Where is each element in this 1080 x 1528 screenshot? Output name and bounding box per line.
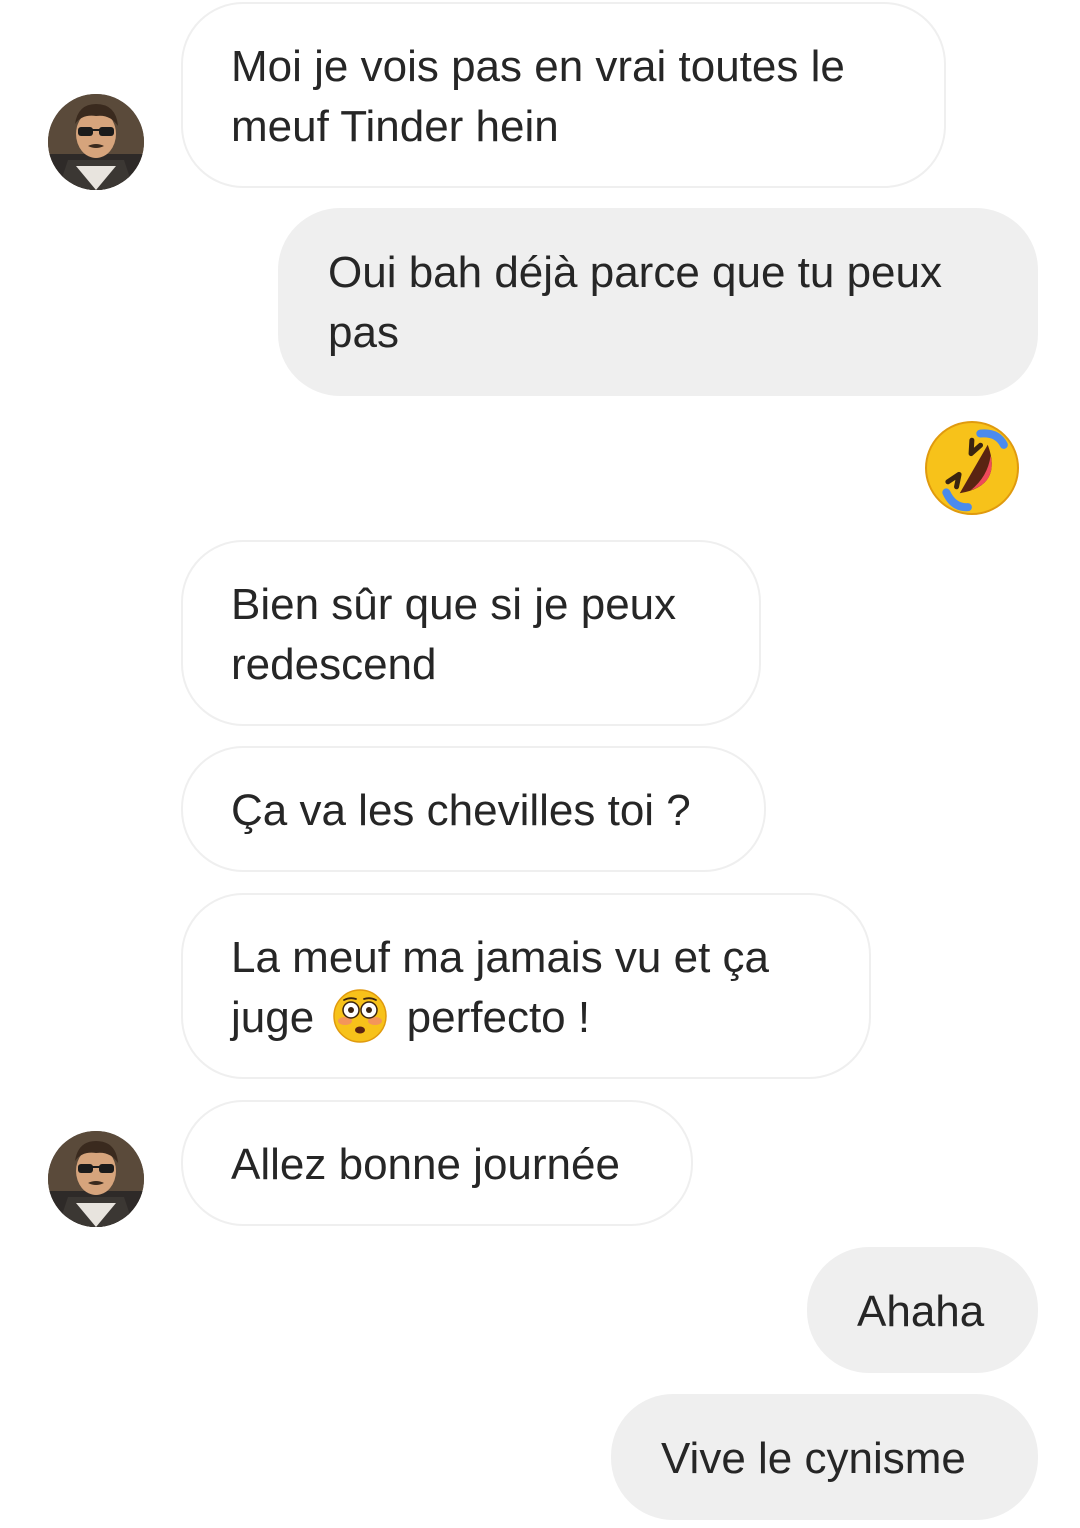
message-text-after: perfecto ! (406, 993, 591, 1042)
message-text: Allez bonne journée (231, 1140, 620, 1189)
contact-avatar[interactable] (48, 1131, 144, 1227)
avatar-photo-icon (48, 1131, 144, 1227)
message-bubble-received[interactable]: Ça va les chevilles toi ? (181, 746, 766, 872)
rolling-on-the-floor-laughing-icon (925, 421, 1019, 515)
message-bubble-received[interactable]: La meuf ma jamais vu et ça juge perfecto… (181, 893, 871, 1079)
message-text: Oui bah déjà parce que tu peux pas (328, 248, 943, 357)
emoji-message-sent[interactable] (922, 418, 1022, 518)
message-bubble-received[interactable]: Moi je vois pas en vrai toutes le meuf T… (181, 2, 946, 188)
message-text: Ça va les chevilles toi ? (231, 786, 691, 835)
message-text: Bien sûr que si je peux redescend (231, 580, 677, 689)
contact-avatar[interactable] (48, 94, 144, 190)
message-bubble-sent[interactable]: Vive le cynisme (611, 1394, 1038, 1520)
message-bubble-sent[interactable]: Oui bah déjà parce que tu peux pas (278, 208, 1038, 396)
message-text: Ahaha (857, 1287, 985, 1336)
message-bubble-received[interactable]: Allez bonne journée (181, 1100, 693, 1226)
message-bubble-sent[interactable]: Ahaha (807, 1247, 1038, 1373)
message-text: Vive le cynisme (661, 1434, 966, 1483)
message-text: Moi je vois pas en vrai toutes le meuf T… (231, 42, 845, 151)
flushed-face-icon (332, 988, 388, 1044)
avatar-photo-icon (48, 94, 144, 190)
message-bubble-received[interactable]: Bien sûr que si je peux redescend (181, 540, 761, 726)
